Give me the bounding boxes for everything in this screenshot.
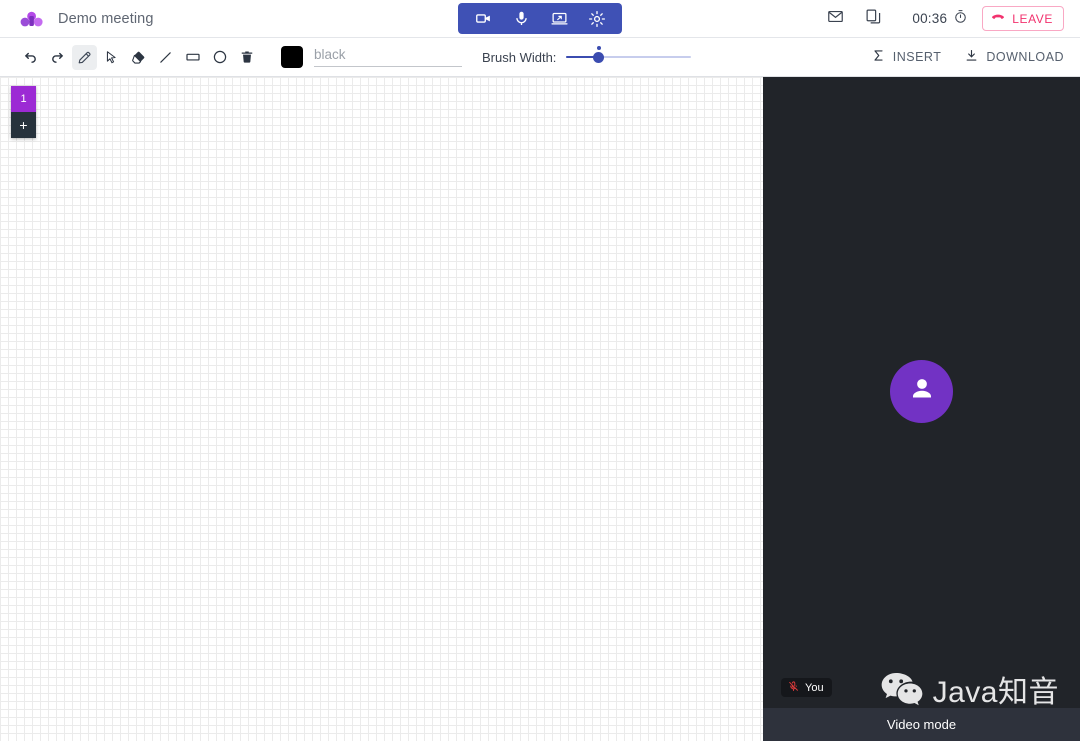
leave-button-label: LEAVE xyxy=(1012,11,1053,26)
drawing-toolbar: black Brush Width: INSERT DOWNLOAD xyxy=(0,38,1080,77)
eraser-tool[interactable] xyxy=(126,45,151,70)
line-icon xyxy=(158,50,173,65)
brush-width-group: Brush Width: xyxy=(482,46,692,66)
tool-group xyxy=(18,44,259,70)
page-list: 1 + xyxy=(11,86,36,138)
pencil-tool[interactable] xyxy=(72,44,97,70)
undo-button[interactable] xyxy=(18,45,43,70)
slider-value-dot xyxy=(596,46,601,50)
screen-share-button[interactable] xyxy=(540,3,578,34)
delete-button[interactable] xyxy=(234,45,259,70)
insert-button-label: INSERT xyxy=(892,50,942,64)
circle-icon xyxy=(212,49,228,65)
page-number-label: 1 xyxy=(20,93,27,105)
redo-button[interactable] xyxy=(45,45,70,70)
copy-icon xyxy=(865,8,882,30)
video-camera-icon xyxy=(475,10,492,27)
insert-button[interactable]: INSERT xyxy=(872,49,942,65)
timer-value: 00:36 xyxy=(912,11,948,26)
download-button[interactable]: DOWNLOAD xyxy=(965,49,1064,65)
download-button-label: DOWNLOAD xyxy=(986,50,1064,64)
redo-arrow-icon xyxy=(50,50,65,65)
select-tool[interactable] xyxy=(99,45,124,70)
toolbar-right-actions: INSERT DOWNLOAD xyxy=(872,49,1064,65)
slider-thumb[interactable] xyxy=(593,52,605,63)
cursor-arrow-icon xyxy=(104,50,119,65)
pencil-icon xyxy=(77,50,92,65)
color-input[interactable]: black xyxy=(314,47,462,67)
meeting-timer: 00:36 xyxy=(912,9,968,29)
brand: Demo meeting xyxy=(20,9,154,29)
brush-width-label: Brush Width: xyxy=(482,49,557,65)
color-picker-group: black xyxy=(281,46,462,68)
rectangle-tool[interactable] xyxy=(180,45,205,70)
meeting-app: Demo meeting 00:36 LEAVE black Brush Wid… xyxy=(0,0,1080,741)
page-thumbnail-1[interactable]: 1 xyxy=(11,86,36,112)
plus-icon: + xyxy=(19,117,28,133)
eraser-icon xyxy=(131,50,146,65)
stopwatch-icon xyxy=(953,9,968,29)
microphone-button[interactable] xyxy=(502,3,540,34)
leave-button[interactable]: LEAVE xyxy=(982,6,1064,31)
envelope-icon xyxy=(827,8,844,30)
undo-arrow-icon xyxy=(23,50,38,65)
microphone-icon xyxy=(513,10,530,27)
main-body: 1 + You Java知音 Video mode xyxy=(0,77,1080,741)
mail-button[interactable] xyxy=(820,4,850,34)
header-right-actions: 00:36 LEAVE xyxy=(820,0,1064,37)
download-icon xyxy=(965,49,978,65)
sigma-icon xyxy=(872,49,885,65)
microphone-muted-icon xyxy=(788,679,799,697)
gear-icon xyxy=(588,10,606,28)
color-swatch[interactable] xyxy=(281,46,303,68)
page-title: Demo meeting xyxy=(58,10,154,27)
person-icon xyxy=(907,374,937,409)
video-mode-bar[interactable]: Video mode xyxy=(763,708,1080,741)
video-mode-label: Video mode xyxy=(886,717,957,732)
trash-icon xyxy=(240,50,254,64)
add-page-button[interactable]: + xyxy=(11,112,36,138)
self-participant-label: You xyxy=(805,681,824,694)
rectangle-icon xyxy=(185,49,201,65)
line-tool[interactable] xyxy=(153,45,178,70)
watermark-text: Java知音 xyxy=(932,675,1059,709)
video-panel: You Java知音 Video mode xyxy=(763,77,1080,741)
meetn-dots-logo-icon xyxy=(20,9,44,29)
settings-button[interactable] xyxy=(578,3,616,34)
ellipse-tool[interactable] xyxy=(207,45,232,70)
avatar xyxy=(890,359,953,423)
self-participant-badge: You xyxy=(781,678,832,697)
phone-hangup-icon xyxy=(991,10,1005,27)
brush-width-slider[interactable] xyxy=(566,46,692,66)
screen-share-icon xyxy=(550,10,568,27)
copy-link-button[interactable] xyxy=(858,4,888,34)
media-controls xyxy=(458,3,622,34)
app-header: Demo meeting 00:36 LEAVE xyxy=(0,0,1080,38)
camera-button[interactable] xyxy=(464,3,502,34)
whiteboard-canvas[interactable]: 1 + xyxy=(0,77,763,741)
